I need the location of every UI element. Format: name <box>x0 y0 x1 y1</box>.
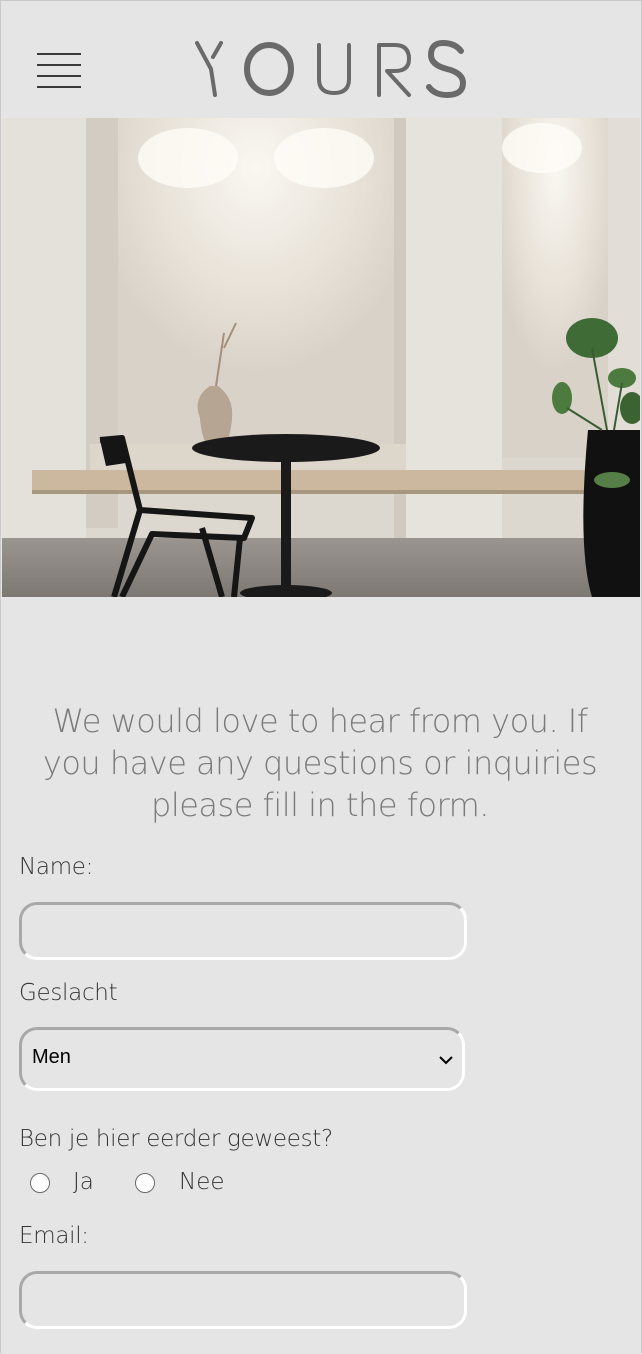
logo[interactable] <box>191 39 471 99</box>
visited-label: Ben je hier eerder geweest? <box>19 1126 333 1152</box>
menu-icon[interactable] <box>37 53 81 89</box>
hero-image <box>2 118 640 597</box>
gender-select-value: Men <box>32 1046 71 1068</box>
gender-select[interactable]: Men <box>19 1027 465 1091</box>
gender-label: Geslacht <box>19 980 118 1006</box>
intro-text: We would love to hear from you. If you h… <box>42 702 598 824</box>
name-label: Name: <box>19 854 94 880</box>
email-label: Email: <box>19 1223 89 1249</box>
site-header <box>1 1 641 118</box>
radio-nee-label: Nee <box>179 1169 225 1195</box>
name-input[interactable] <box>19 902 467 960</box>
email-input[interactable] <box>19 1271 467 1329</box>
radio-ja[interactable] <box>30 1173 50 1193</box>
chevron-down-icon <box>439 1056 453 1065</box>
radio-ja-label: Ja <box>73 1169 94 1195</box>
radio-nee[interactable] <box>135 1173 155 1193</box>
